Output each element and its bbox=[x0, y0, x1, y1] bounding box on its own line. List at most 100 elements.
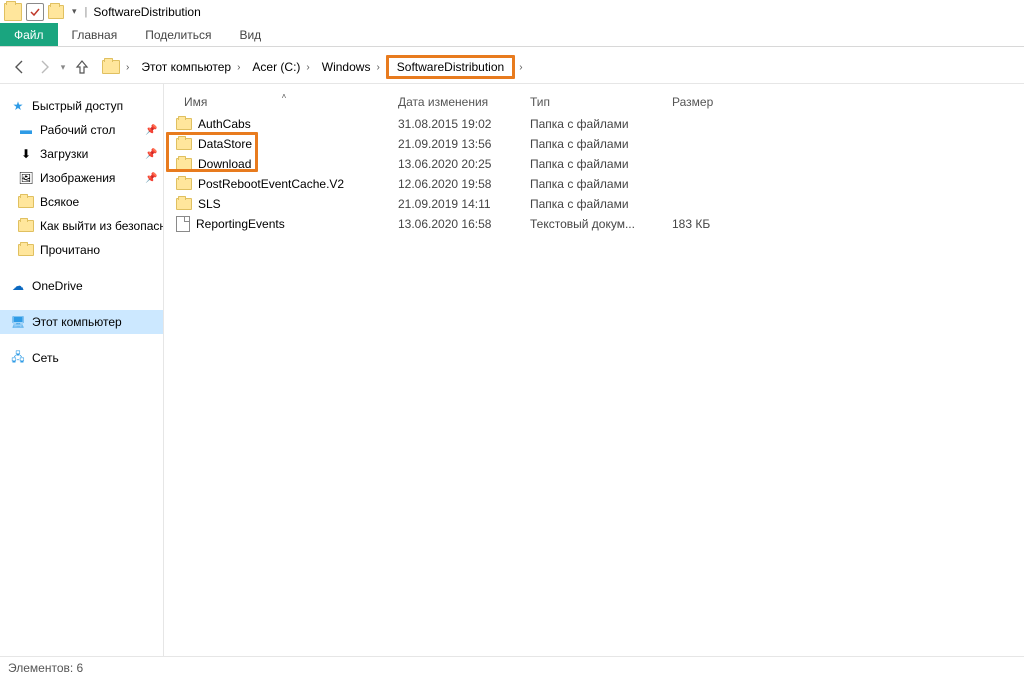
sidebar-quick-access[interactable]: ★ Быстрый доступ bbox=[0, 94, 163, 118]
breadcrumb-label: Acer (C:) bbox=[252, 60, 300, 74]
breadcrumb-softwaredistribution[interactable]: SoftwareDistribution bbox=[386, 55, 515, 79]
sidebar-item-label: Загрузки bbox=[40, 147, 88, 161]
sidebar-item-safe-mode[interactable]: Как выйти из безопасного режима bbox=[0, 214, 163, 238]
chevron-right-icon: › bbox=[126, 62, 129, 73]
cell-name: SLS bbox=[170, 197, 398, 211]
ribbon-tab-home[interactable]: Главная bbox=[58, 23, 132, 46]
column-header-size[interactable]: Размер bbox=[672, 95, 762, 109]
column-header-type[interactable]: Тип bbox=[530, 95, 672, 109]
back-button[interactable] bbox=[8, 55, 32, 79]
up-button[interactable] bbox=[70, 55, 94, 79]
forward-button[interactable] bbox=[32, 55, 56, 79]
sidebar-group-this-pc: 🖥 Этот компьютер bbox=[0, 310, 163, 334]
cell-date: 13.06.2020 16:58 bbox=[398, 217, 530, 231]
breadcrumb-windows[interactable]: Windows › bbox=[316, 55, 386, 79]
qat-new-folder-button[interactable] bbox=[48, 5, 64, 19]
cell-type: Папка с файлами bbox=[530, 137, 672, 151]
ribbon-tab-file[interactable]: Файл bbox=[0, 23, 58, 46]
sidebar-item-downloads[interactable]: ⬇ Загрузки 📌 bbox=[0, 142, 163, 166]
sort-asc-icon: ˄ bbox=[282, 92, 287, 101]
annotation-highlight-rows bbox=[166, 132, 258, 172]
cell-type: Папка с файлами bbox=[530, 197, 672, 211]
chevron-right-icon: › bbox=[519, 62, 522, 73]
file-row-authcabs[interactable]: AuthCabs 31.08.2015 19:02 Папка с файлам… bbox=[170, 114, 1018, 134]
cell-date: 12.06.2020 19:58 bbox=[398, 177, 530, 191]
sidebar-item-label: Рабочий стол bbox=[40, 123, 115, 137]
file-icon bbox=[176, 216, 190, 232]
file-row-datastore[interactable]: DataStore 21.09.2019 13:56 Папка с файла… bbox=[170, 134, 1018, 154]
network-icon: 🖧 bbox=[10, 350, 26, 366]
chevron-right-icon: › bbox=[376, 62, 379, 73]
sidebar-item-prochitano[interactable]: Прочитано bbox=[0, 238, 163, 262]
breadcrumb-acer-c[interactable]: Acer (C:)› bbox=[246, 55, 315, 79]
pin-icon: 📌 bbox=[145, 125, 155, 136]
folder-icon bbox=[18, 196, 34, 208]
folder-icon bbox=[176, 178, 192, 190]
sidebar-group-onedrive: ☁ OneDrive bbox=[0, 274, 163, 298]
onedrive-icon: ☁ bbox=[10, 278, 26, 294]
file-row-download[interactable]: Download 13.06.2020 20:25 Папка с файлам… bbox=[170, 154, 1018, 174]
qat-properties-button[interactable] bbox=[26, 3, 44, 21]
sidebar-this-pc[interactable]: 🖥 Этот компьютер bbox=[0, 310, 163, 334]
titlebar: ▾ | SoftwareDistribution bbox=[0, 0, 1024, 23]
sidebar-item-label: Как выйти из безопасного режима bbox=[40, 219, 163, 233]
column-header-date[interactable]: Дата изменения bbox=[398, 95, 530, 109]
sidebar-item-vsyakoe[interactable]: Всякое bbox=[0, 190, 163, 214]
sidebar-item-desktop[interactable]: ▬ Рабочий стол 📌 bbox=[0, 118, 163, 142]
cell-name: AuthCabs bbox=[170, 117, 398, 131]
cell-date: 21.09.2019 13:56 bbox=[398, 137, 530, 151]
ribbon-tab-share[interactable]: Поделиться bbox=[131, 23, 225, 46]
file-row-postreboot[interactable]: PostRebootEventCache.V2 12.06.2020 19:58… bbox=[170, 174, 1018, 194]
file-row-sls[interactable]: SLS 21.09.2019 14:11 Папка с файлами bbox=[170, 194, 1018, 214]
column-label: Имя bbox=[184, 95, 207, 109]
file-name: PostRebootEventCache.V2 bbox=[198, 177, 344, 191]
folder-icon bbox=[176, 118, 192, 130]
column-header-name[interactable]: ˄ Имя bbox=[170, 95, 398, 109]
breadcrumb-label: Windows bbox=[322, 60, 371, 74]
pin-icon: 📌 bbox=[145, 173, 155, 184]
file-name: AuthCabs bbox=[198, 117, 251, 131]
main-area: ★ Быстрый доступ ▬ Рабочий стол 📌 ⬇ Загр… bbox=[0, 83, 1024, 656]
cell-type: Папка с файлами bbox=[530, 157, 672, 171]
cell-name: PostRebootEventCache.V2 bbox=[170, 177, 398, 191]
chevron-right-icon: › bbox=[237, 62, 240, 73]
cell-date: 21.09.2019 14:11 bbox=[398, 197, 530, 211]
address-folder-icon bbox=[102, 60, 120, 74]
file-name: ReportingEvents bbox=[196, 217, 285, 231]
folder-icon bbox=[18, 220, 34, 232]
images-icon: 🖼 bbox=[18, 170, 34, 186]
ribbon-tab-view[interactable]: Вид bbox=[225, 23, 275, 46]
sidebar-network[interactable]: 🖧 Сеть bbox=[0, 346, 163, 370]
sidebar-group-network: 🖧 Сеть bbox=[0, 346, 163, 370]
sidebar-onedrive[interactable]: ☁ OneDrive bbox=[0, 274, 163, 298]
cell-name: ReportingEvents bbox=[170, 216, 398, 232]
sidebar-item-label: Этот компьютер bbox=[32, 315, 122, 329]
sidebar: ★ Быстрый доступ ▬ Рабочий стол 📌 ⬇ Загр… bbox=[0, 84, 164, 656]
sidebar-item-label: Сеть bbox=[32, 351, 59, 365]
cell-size: 183 КБ bbox=[672, 217, 762, 231]
file-row-reportingevents[interactable]: ReportingEvents 13.06.2020 16:58 Текстов… bbox=[170, 214, 1018, 234]
address-bar[interactable]: › Этот компьютер› Acer (C:)› Windows› So… bbox=[102, 55, 523, 79]
recent-dropdown[interactable]: ▾ bbox=[56, 55, 70, 79]
window-title: SoftwareDistribution bbox=[93, 5, 200, 19]
cell-type: Текстовый докум... bbox=[530, 217, 672, 231]
star-icon: ★ bbox=[10, 98, 26, 114]
monitor-icon: 🖥 bbox=[10, 314, 26, 330]
qat-dropdown-icon[interactable]: ▾ bbox=[72, 6, 77, 17]
sidebar-item-images[interactable]: 🖼 Изображения 📌 bbox=[0, 166, 163, 190]
sidebar-item-label: Прочитано bbox=[40, 243, 100, 257]
sidebar-item-label: OneDrive bbox=[32, 279, 83, 293]
column-headers: ˄ Имя Дата изменения Тип Размер bbox=[170, 84, 1018, 114]
status-text: Элементов: 6 bbox=[8, 661, 83, 675]
breadcrumb-label: Этот компьютер bbox=[141, 60, 231, 74]
sidebar-item-label: Всякое bbox=[40, 195, 79, 209]
breadcrumb-label: SoftwareDistribution bbox=[397, 60, 504, 74]
pin-icon: 📌 bbox=[145, 149, 155, 160]
cell-date: 31.08.2015 19:02 bbox=[398, 117, 530, 131]
folder-icon bbox=[18, 244, 34, 256]
app-folder-icon bbox=[4, 3, 22, 21]
sidebar-item-label: Изображения bbox=[40, 171, 115, 185]
breadcrumb-this-pc[interactable]: Этот компьютер › bbox=[135, 55, 246, 79]
sidebar-group-quick-access: ★ Быстрый доступ ▬ Рабочий стол 📌 ⬇ Загр… bbox=[0, 94, 163, 262]
folder-icon bbox=[176, 198, 192, 210]
